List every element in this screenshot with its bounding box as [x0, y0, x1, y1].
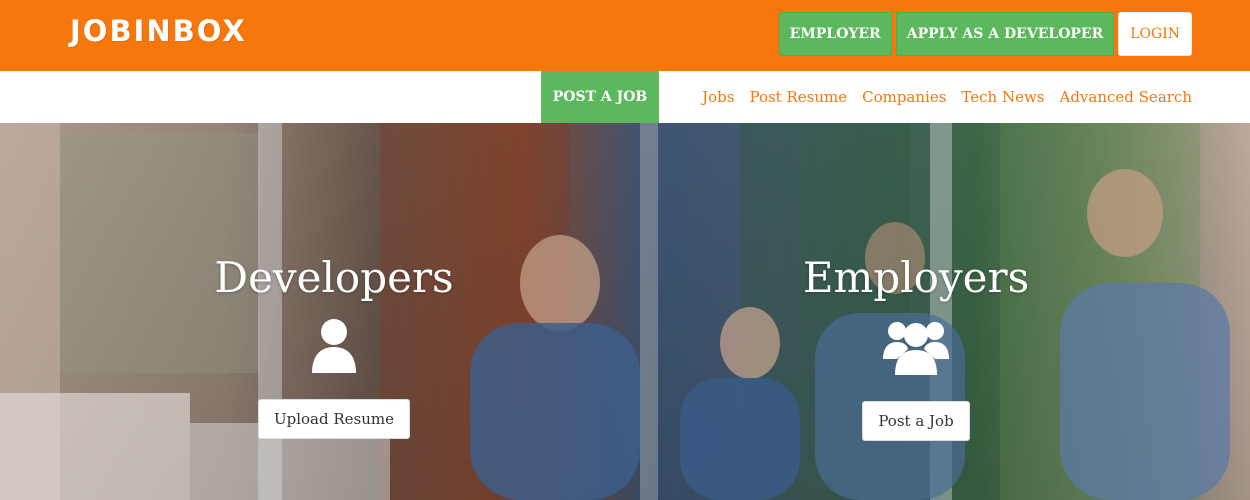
employers-section: Employers Post a Job	[796, 253, 1036, 441]
main-nav: POST A JOB Jobs Post Resume Companies Te…	[0, 71, 1250, 123]
post-job-nav-button[interactable]: POST A JOB	[541, 71, 659, 123]
employer-button[interactable]: EMPLOYER	[778, 12, 892, 56]
background-photo	[0, 123, 1250, 500]
upload-resume-button[interactable]: Upload Resume	[257, 399, 410, 439]
user-icon	[312, 319, 356, 373]
employers-title: Employers	[802, 253, 1030, 302]
nav-link-post-resume[interactable]: Post Resume	[749, 88, 847, 106]
nav-link-jobs[interactable]: Jobs	[702, 88, 734, 106]
background-photo-shapes	[0, 123, 1230, 500]
logo[interactable]: JOBINBOX	[70, 14, 247, 48]
post-a-job-button[interactable]: Post a Job	[862, 401, 970, 441]
apply-developer-button[interactable]: APPLY AS A DEVELOPER	[895, 12, 1115, 56]
nav-link-advanced-search[interactable]: Advanced Search	[1060, 88, 1193, 106]
header-actions: EMPLOYER APPLY AS A DEVELOPER LOGIN	[778, 12, 1192, 56]
hero-banner: Developers Upload Resume Employers Post …	[0, 123, 1250, 500]
login-button[interactable]: LOGIN	[1118, 12, 1192, 56]
nav-link-tech-news[interactable]: Tech News	[961, 88, 1044, 106]
developers-title: Developers	[214, 253, 454, 302]
top-header: JOBINBOX EMPLOYER APPLY AS A DEVELOPER L…	[0, 0, 1250, 71]
developers-section: Developers Upload Resume	[214, 253, 454, 439]
group-icon	[883, 322, 949, 375]
nav-link-companies[interactable]: Companies	[862, 88, 946, 106]
nav-links: Jobs Post Resume Companies Tech News Adv…	[702, 71, 1192, 123]
